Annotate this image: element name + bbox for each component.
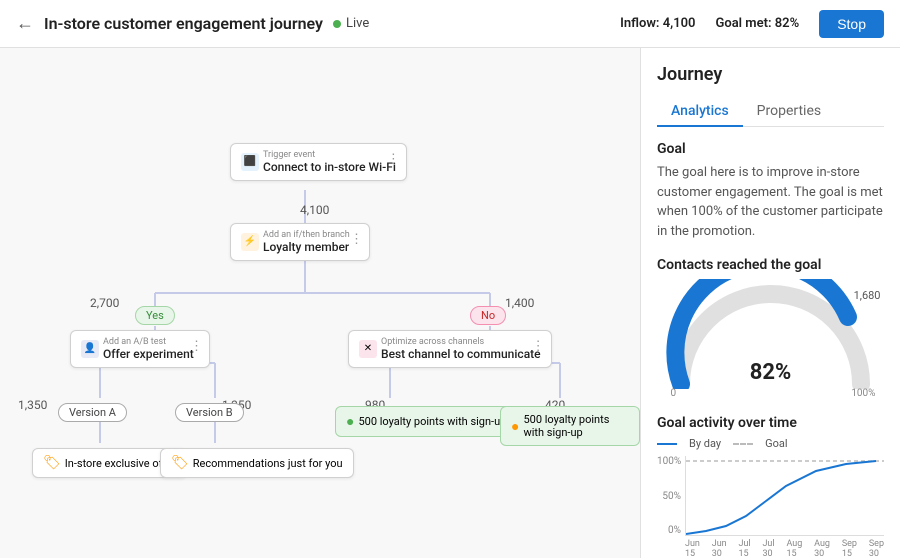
trigger-icon: ⬛ xyxy=(241,153,259,171)
branch-node: ⚡ Add an if/then branch Loyalty member ⋮ xyxy=(230,223,370,261)
panel-title: Journey xyxy=(657,64,884,85)
right-panel: Journey Analytics Properties Goal The go… xyxy=(640,48,900,558)
gauge-percent: 82% xyxy=(750,360,792,385)
panel-tabs: Analytics Properties xyxy=(657,97,884,127)
gauge-val-right: 100% xyxy=(851,388,875,399)
trigger-node: ⬛ Trigger event Connect to in-store Wi-F… xyxy=(230,143,407,181)
legend-dashed-line xyxy=(733,443,753,445)
optimize-node: ✕ Optimize across channels Best channel … xyxy=(348,330,552,368)
recommendations-node: 🏷 Recommendations just for you xyxy=(160,448,354,478)
chart-y-labels: 100% 50% 0% xyxy=(657,456,685,536)
version-a-count: 1,350 xyxy=(18,398,47,412)
back-button[interactable]: ← xyxy=(16,13,34,34)
tab-properties[interactable]: Properties xyxy=(743,97,835,127)
green-node-left: ● 500 loyalty points with sign-up xyxy=(335,406,517,437)
chart-area: 100% 50% 0% Jun1 xyxy=(657,456,884,556)
version-a-pill: Version A xyxy=(58,403,127,422)
trigger-small-label: Trigger event xyxy=(263,150,396,160)
journey-canvas: ⬛ Trigger event Connect to in-store Wi-F… xyxy=(0,48,640,558)
no-count: 1,400 xyxy=(505,296,534,310)
green-label-left: 500 loyalty points with sign-up xyxy=(358,415,506,428)
legend-solid-line xyxy=(657,443,677,445)
trigger-more[interactable]: ⋮ xyxy=(387,152,400,167)
gauge-section: 82% 0 100% 1,680 xyxy=(657,279,884,399)
main-area: ⬛ Trigger event Connect to in-store Wi-F… xyxy=(0,48,900,558)
live-dot xyxy=(333,20,341,28)
green-node-right: ● 500 loyalty points with sign-up xyxy=(500,406,640,446)
live-badge: Live xyxy=(333,16,369,31)
chart-x-labels: Jun15 Jun30 Jul15 Jul30 Aug15 Aug30 Sep1… xyxy=(685,539,884,558)
header-right: Inflow: 4,100 Goal met: 82% Stop xyxy=(620,10,884,38)
trigger-count: 4,100 xyxy=(300,203,329,217)
chart-legend: By day Goal xyxy=(657,437,884,450)
gauge-val-top: 1,680 xyxy=(854,289,881,302)
trigger-main-label: Connect to in-store Wi-Fi xyxy=(263,160,396,174)
ab-small-label: Add an A/B test xyxy=(103,337,194,347)
ab-main-label: Offer experiment xyxy=(103,347,194,361)
gauge-val-left: 0 xyxy=(671,388,677,399)
header-left: ← In-store customer engagement journey L… xyxy=(16,13,608,34)
goal-section-title: Goal xyxy=(657,141,884,157)
header: ← In-store customer engagement journey L… xyxy=(0,0,900,48)
branch-small-label: Add an if/then branch xyxy=(263,230,350,240)
ab-more[interactable]: ⋮ xyxy=(190,339,203,354)
optimize-icon: ✕ xyxy=(359,340,377,358)
contacts-title: Contacts reached the goal xyxy=(657,257,884,273)
goal-stat: Goal met: 82% xyxy=(715,16,799,31)
ab-icon: 👤 xyxy=(81,340,99,358)
optimize-small-label: Optimize across channels xyxy=(381,337,541,347)
branch-main-label: Loyalty member xyxy=(263,240,350,254)
branch-more[interactable]: ⋮ xyxy=(350,232,363,247)
ab-test-node: 👤 Add an A/B test Offer experiment ⋮ xyxy=(70,330,210,368)
optimize-main-label: Best channel to communicate xyxy=(381,347,541,361)
activity-title: Goal activity over time xyxy=(657,415,884,431)
chart-body xyxy=(685,456,884,536)
chart-section: Goal activity over time By day Goal 100%… xyxy=(657,415,884,556)
branch-icon: ⚡ xyxy=(241,233,259,251)
recommendations-label: Recommendations just for you xyxy=(193,457,343,470)
chart-svg xyxy=(686,456,884,535)
page-title: In-store customer engagement journey xyxy=(44,14,323,33)
legend-goal: Goal xyxy=(765,437,787,450)
yes-pill: Yes xyxy=(135,306,175,325)
yes-count: 2,700 xyxy=(90,296,119,310)
live-label: Live xyxy=(346,16,369,31)
optimize-more[interactable]: ⋮ xyxy=(532,339,545,354)
version-b-pill: Version B xyxy=(175,403,244,422)
inflow-stat: Inflow: 4,100 xyxy=(620,16,695,31)
tab-analytics[interactable]: Analytics xyxy=(657,97,743,127)
green-label-right: 500 loyalty points with sign-up xyxy=(523,413,629,439)
stop-button[interactable]: Stop xyxy=(819,10,884,38)
goal-text: The goal here is to improve in-store cus… xyxy=(657,163,884,241)
legend-by-day: By day xyxy=(689,437,721,450)
no-pill: No xyxy=(470,306,506,325)
